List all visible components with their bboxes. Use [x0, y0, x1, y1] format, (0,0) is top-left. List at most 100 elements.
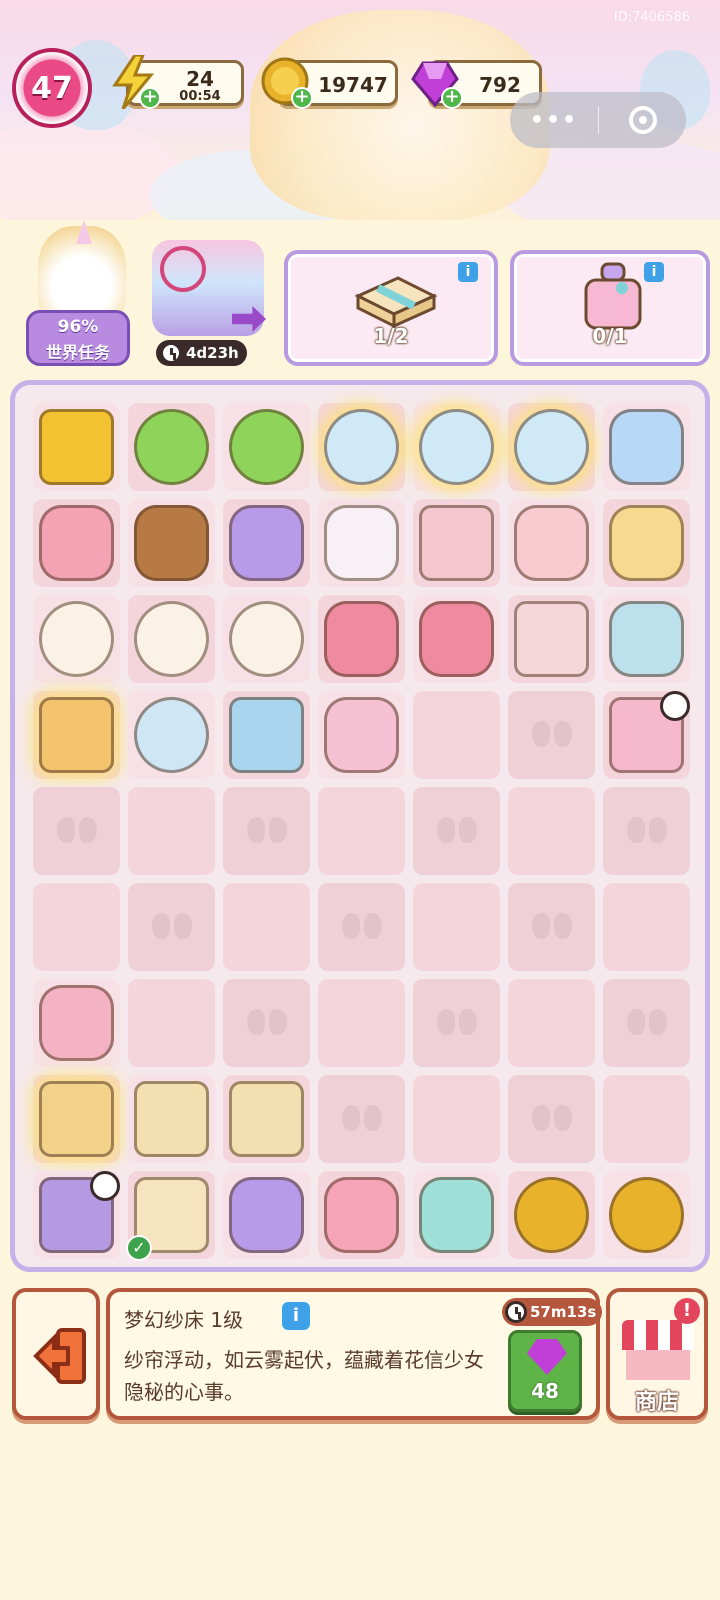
coin-counter[interactable]: + 19747: [261, 57, 398, 109]
board-cell[interactable]: [409, 783, 504, 879]
order-card-2[interactable]: i 0/1: [510, 250, 710, 366]
gold-coin-icon[interactable]: [609, 1177, 684, 1253]
board-cell[interactable]: [314, 783, 409, 879]
board-cell[interactable]: [504, 687, 599, 783]
board-cell[interactable]: [219, 879, 314, 975]
board-cell[interactable]: [599, 591, 694, 687]
board-cell[interactable]: [314, 591, 409, 687]
sheep-plush-icon[interactable]: [229, 601, 304, 677]
board-cell[interactable]: [29, 687, 124, 783]
brown-teddy-bear-icon[interactable]: [134, 505, 209, 581]
add-energy-button[interactable]: +: [139, 87, 161, 109]
board-cell[interactable]: [409, 1167, 504, 1263]
board-cell[interactable]: [219, 495, 314, 591]
green-lollipop-icon[interactable]: [229, 409, 304, 485]
board-cell[interactable]: [219, 1167, 314, 1263]
board-cell[interactable]: [504, 783, 599, 879]
board-cell[interactable]: [124, 399, 219, 495]
marshmallow-icon[interactable]: [514, 505, 589, 581]
pink-drawer-icon[interactable]: [514, 601, 589, 677]
target-close-icon[interactable]: [629, 106, 657, 134]
board-cell[interactable]: [219, 687, 314, 783]
up-arrow-card-icon[interactable]: [39, 409, 114, 485]
board-cell[interactable]: [29, 783, 124, 879]
seal-plush-icon[interactable]: [419, 1177, 494, 1253]
board-cell[interactable]: [504, 1167, 599, 1263]
board-cell[interactable]: [314, 399, 409, 495]
board-cell[interactable]: [409, 975, 504, 1071]
more-dots-icon[interactable]: •••: [510, 108, 598, 133]
board-cell[interactable]: [599, 1167, 694, 1263]
pink-castle-icon[interactable]: [324, 601, 399, 677]
board-cell[interactable]: [29, 399, 124, 495]
sheep-plush-icon[interactable]: [39, 601, 114, 677]
rainbow-cotton-candy-icon[interactable]: [609, 601, 684, 677]
rainbow-cotton-candy-icon[interactable]: [609, 505, 684, 581]
candy-bag-icon[interactable]: [324, 697, 399, 773]
add-gems-button[interactable]: +: [441, 87, 463, 109]
world-task-button[interactable]: 96% 世界任务: [20, 220, 135, 368]
board-cell[interactable]: [409, 495, 504, 591]
board-cell[interactable]: [504, 975, 599, 1071]
order-card-1[interactable]: i 1/2: [284, 250, 498, 366]
energy-counter[interactable]: + 24 00:54: [112, 55, 244, 109]
balloon-gift-box-icon[interactable]: [39, 697, 114, 773]
board-cell[interactable]: [409, 1071, 504, 1167]
purple-teddy-bear-icon[interactable]: [229, 1177, 304, 1253]
order-2-info-icon[interactable]: i: [644, 262, 664, 282]
board-cell[interactable]: [314, 879, 409, 975]
board-cell[interactable]: [219, 591, 314, 687]
board-cell[interactable]: [599, 687, 694, 783]
board-cell[interactable]: [599, 495, 694, 591]
board-cell[interactable]: [124, 975, 219, 1071]
board-cell[interactable]: [599, 1071, 694, 1167]
board-cell[interactable]: [124, 687, 219, 783]
board-cell[interactable]: [29, 495, 124, 591]
board-cell[interactable]: [219, 1071, 314, 1167]
board-cell[interactable]: [124, 783, 219, 879]
board-cell[interactable]: [219, 783, 314, 879]
board-cell[interactable]: [314, 495, 409, 591]
board-cell[interactable]: [314, 1167, 409, 1263]
board-cell[interactable]: [504, 495, 599, 591]
lint-roller-icon[interactable]: [39, 985, 114, 1061]
pink-cabinet-icon[interactable]: [419, 505, 494, 581]
green-lollipop-icon[interactable]: [134, 409, 209, 485]
purple-teddy-bear-icon[interactable]: [229, 505, 304, 581]
candy-jar-icon[interactable]: [134, 697, 209, 773]
board-cell[interactable]: [504, 591, 599, 687]
speedup-button[interactable]: 48: [508, 1330, 582, 1412]
board-cell[interactable]: [219, 399, 314, 495]
unicorn-plush-icon[interactable]: [324, 505, 399, 581]
board-cell[interactable]: [29, 591, 124, 687]
board-cell[interactable]: [409, 687, 504, 783]
energy-candy-jar-icon[interactable]: [324, 409, 399, 485]
board-cell[interactable]: [599, 399, 694, 495]
board-cell[interactable]: [29, 879, 124, 975]
board-cell[interactable]: [29, 975, 124, 1071]
board-cell[interactable]: [219, 975, 314, 1071]
board-cell[interactable]: ✓: [124, 1167, 219, 1263]
pink-castle-icon[interactable]: [419, 601, 494, 677]
item-info-icon[interactable]: i: [282, 1302, 310, 1330]
board-cell[interactable]: [599, 975, 694, 1071]
energy-candy-jar-icon[interactable]: [419, 409, 494, 485]
board-cell[interactable]: [314, 1071, 409, 1167]
energy-candy-jar-icon[interactable]: [514, 409, 589, 485]
board-cell[interactable]: [124, 591, 219, 687]
pink-bunny-plush-icon[interactable]: [324, 1177, 399, 1253]
board-cell[interactable]: [314, 975, 409, 1071]
board-cell[interactable]: [599, 879, 694, 975]
board-cell[interactable]: [409, 879, 504, 975]
board-cell[interactable]: [409, 591, 504, 687]
board-cell[interactable]: [599, 783, 694, 879]
add-coins-button[interactable]: +: [291, 87, 313, 109]
board-cell[interactable]: [314, 687, 409, 783]
paper-scissors-icon[interactable]: [229, 1081, 304, 1157]
exit-button[interactable]: [12, 1288, 100, 1420]
board-cell[interactable]: [29, 1167, 124, 1263]
board-cell[interactable]: [124, 495, 219, 591]
pink-teddy-bear-icon[interactable]: [39, 505, 114, 581]
energy-gift-box-icon[interactable]: [39, 1081, 114, 1157]
sheep-plush-icon[interactable]: [134, 601, 209, 677]
